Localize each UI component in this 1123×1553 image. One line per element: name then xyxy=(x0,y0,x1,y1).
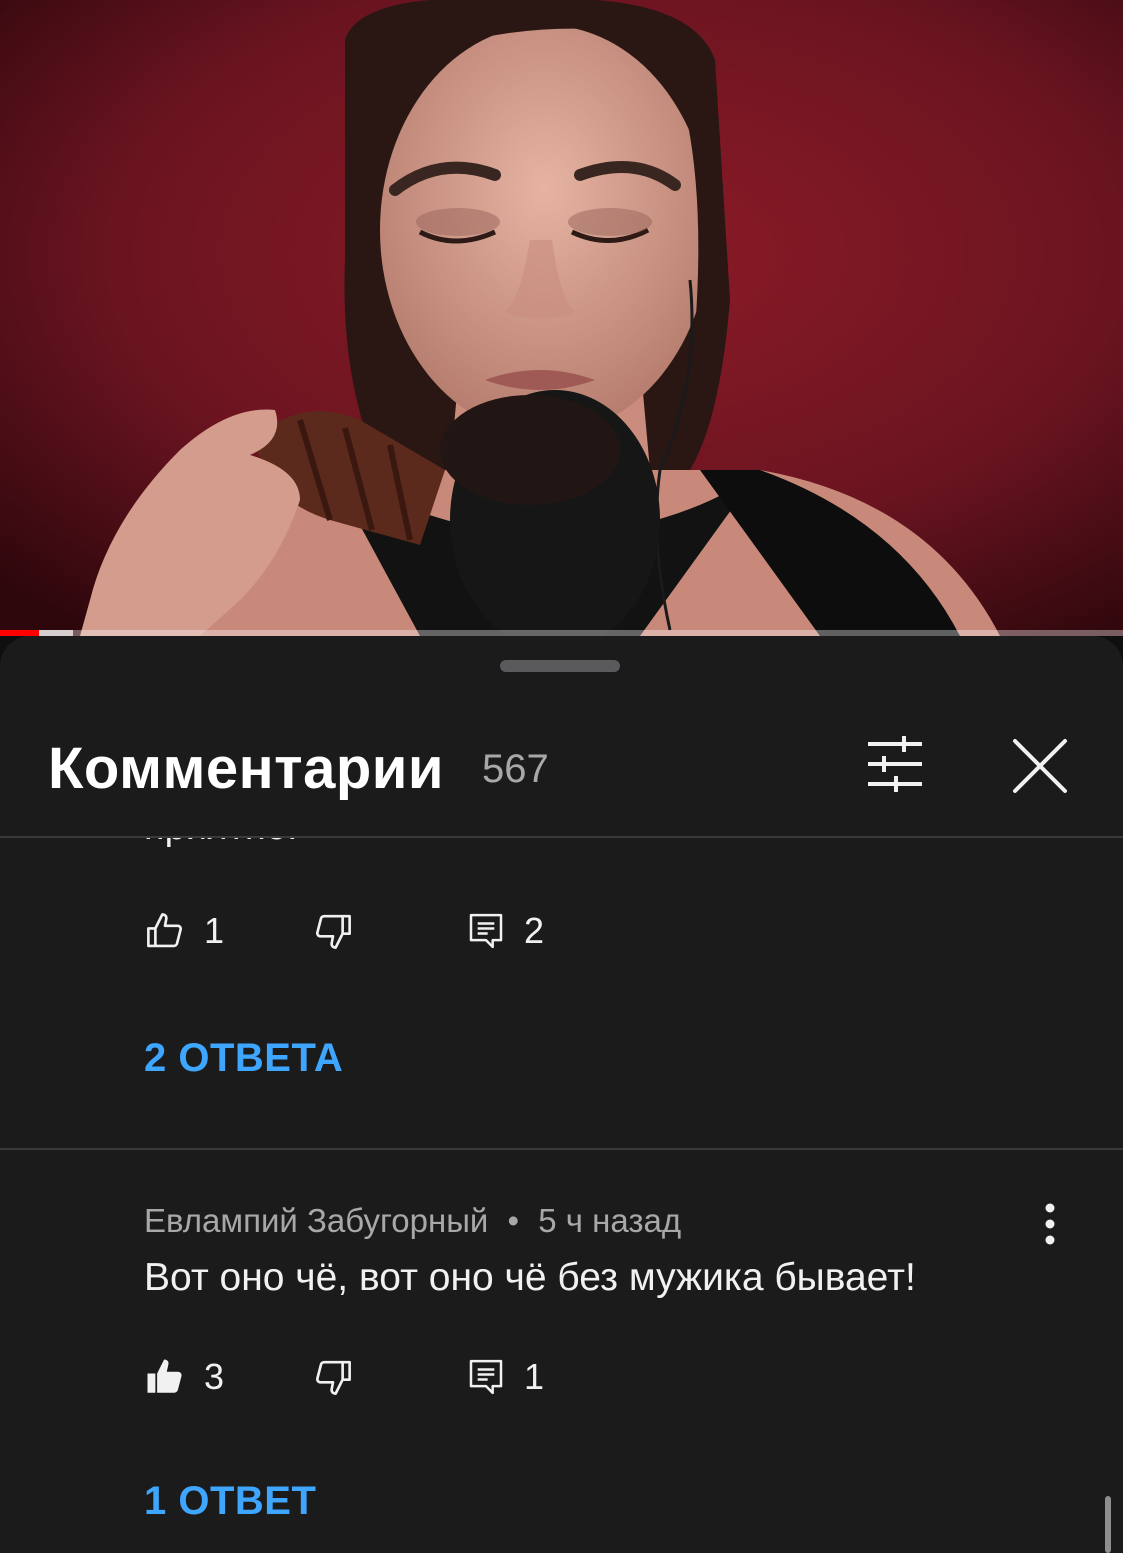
comment-reply-icon xyxy=(466,1356,506,1398)
thumbs-up-icon xyxy=(144,910,186,952)
dislike-button[interactable] xyxy=(312,1352,354,1402)
sheet-drag-handle[interactable] xyxy=(500,660,620,672)
comments-sheet: приятно. 1 2 2 ОТВЕТА xyxy=(0,636,1123,1553)
comment-reply-icon xyxy=(466,910,506,952)
close-comments-button[interactable] xyxy=(1000,726,1080,806)
view-replies-link[interactable]: 2 ОТВЕТА xyxy=(144,1036,343,1081)
more-vertical-icon xyxy=(1030,1203,1070,1250)
comments-header: Комментарии 567 xyxy=(0,696,1123,836)
comment-text: Вот оно чё, вот оно чё без мужика бывает… xyxy=(144,1256,916,1299)
comment-author[interactable]: Евлампий Забугорный xyxy=(144,1202,488,1239)
reply-button[interactable]: 1 xyxy=(466,1352,544,1402)
like-count: 3 xyxy=(204,1356,225,1397)
header-divider xyxy=(0,836,1123,838)
close-icon xyxy=(1000,739,1080,810)
view-replies-link[interactable]: 1 ОТВЕТ xyxy=(144,1479,316,1524)
thumbs-down-icon xyxy=(312,1356,354,1398)
reply-count: 1 xyxy=(524,1356,545,1397)
sort-filter-button[interactable] xyxy=(858,730,932,800)
thumbs-up-filled-icon xyxy=(144,1356,186,1398)
comment-divider xyxy=(0,1148,1123,1150)
comments-count: 567 xyxy=(482,747,549,791)
comments-scrollbar[interactable] xyxy=(1105,1496,1111,1553)
comment-meta: Евлампий Забугорный • 5 ч назад xyxy=(144,1202,681,1240)
sliders-icon xyxy=(858,736,932,804)
like-button[interactable]: 1 xyxy=(144,906,224,956)
video-player[interactable] xyxy=(0,0,1123,636)
comment-more-button[interactable] xyxy=(1030,1202,1070,1246)
comments-title: Комментарии xyxy=(48,736,445,801)
reply-count: 2 xyxy=(524,910,545,951)
reply-button[interactable]: 2 xyxy=(466,906,544,956)
video-frame xyxy=(0,0,1123,636)
dislike-button[interactable] xyxy=(312,906,354,956)
like-button[interactable]: 3 xyxy=(144,1352,224,1402)
meta-separator: • xyxy=(507,1202,520,1239)
comment-time: 5 ч назад xyxy=(538,1202,682,1239)
thumbs-down-icon xyxy=(312,910,354,952)
like-count: 1 xyxy=(204,910,225,951)
